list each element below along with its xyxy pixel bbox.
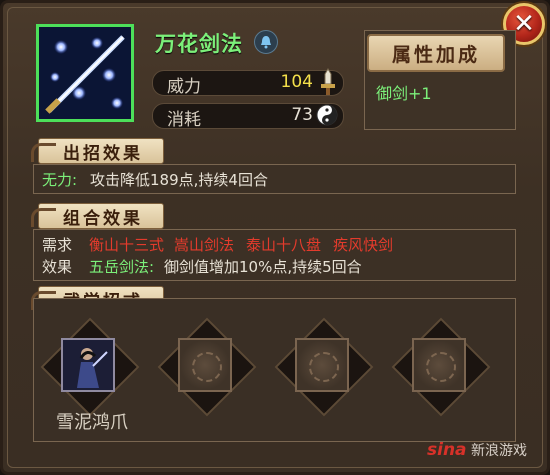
- move-slot-locked-icon: [412, 338, 466, 392]
- attribute-bonus-button[interactable]: 属性加成: [367, 34, 505, 72]
- attribute-bonus-value: 御剑+1: [376, 84, 432, 103]
- combo-section-header: 组合效果: [31, 203, 164, 229]
- combo-section-title: 组合效果: [63, 208, 143, 229]
- stat-cost-label: 消耗: [167, 110, 201, 130]
- stat-power-value: 104: [280, 72, 313, 92]
- stat-cost-value: 73: [291, 105, 313, 125]
- combo-requirement: 嵩山剑法: [174, 236, 235, 254]
- combo-requirement: 衡山十三式: [89, 236, 165, 254]
- skill-icon-sword: [36, 24, 134, 122]
- stat-power-label: 威力: [167, 77, 201, 97]
- move-portrait-icon: [61, 338, 115, 392]
- stat-power: 威力 104: [152, 68, 344, 97]
- yin-yang-icon: [315, 101, 341, 129]
- effect-section-header: 出招效果: [31, 138, 164, 164]
- watermark-brand: sina: [427, 440, 467, 460]
- combo-requirement: 疾风快剑: [333, 236, 394, 254]
- effect-text: 攻击降低189点,持续4回合: [90, 171, 268, 189]
- stat-cost: 消耗 73: [152, 101, 344, 130]
- attribute-bonus-label: 属性加成: [391, 43, 480, 66]
- combo-require-label: 需求: [42, 236, 73, 254]
- sword-icon: [315, 68, 341, 96]
- combo-requirement: 泰山十八盘: [246, 236, 322, 254]
- combo-effect-label: 效果: [42, 258, 73, 276]
- effect-section-title: 出招效果: [63, 143, 143, 164]
- watermark: sina 新浪游戏: [427, 440, 527, 460]
- skill-name: 万花剑法: [155, 32, 243, 56]
- move-label: 雪泥鸿爪: [56, 412, 128, 433]
- bell-icon[interactable]: [254, 30, 278, 54]
- close-icon: ✕: [513, 9, 535, 39]
- move-slot-locked-icon: [295, 338, 349, 392]
- watermark-text: 新浪游戏: [470, 443, 527, 459]
- move-slot-locked-icon: [178, 338, 232, 392]
- combo-effect-text: 御剑值增加10%点,持续5回合: [164, 258, 362, 276]
- combo-effect-name: 五岳剑法:: [89, 258, 155, 276]
- effect-name: 无力:: [42, 171, 78, 189]
